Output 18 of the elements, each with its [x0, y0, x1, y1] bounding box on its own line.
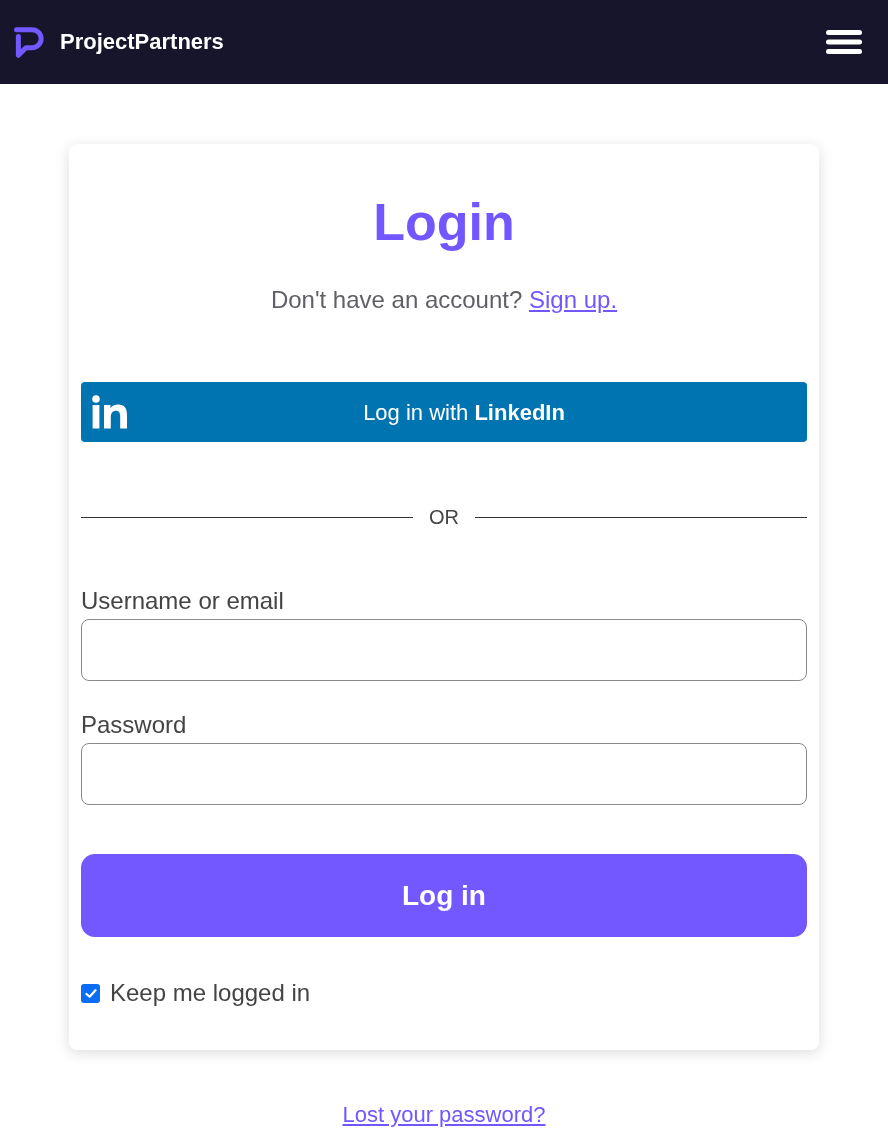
lost-password-link[interactable]: Lost your password? [342, 1101, 546, 1129]
linkedin-login-button[interactable]: Log in with LinkedIn [81, 382, 807, 442]
field-label: Password [81, 710, 188, 740]
input-field[interactable] [81, 619, 807, 681]
login-title: Login [372, 192, 516, 252]
checkbox-label[interactable]: Keep me logged in [110, 978, 311, 1008]
login-button[interactable]: Log in [81, 854, 807, 937]
logo-icon [14, 26, 44, 58]
input-field[interactable] [81, 743, 807, 805]
brand-name[interactable]: ProjectPartners [60, 31, 224, 53]
field-label: Username or email [81, 586, 285, 616]
checkbox[interactable] [81, 983, 100, 1003]
signup-prompt: Don't have an account? Sign up. [269, 285, 619, 315]
checkmark-icon [84, 988, 97, 998]
logo-icon [92, 395, 127, 429]
or-divider-text: OR [429, 505, 459, 529]
signup-link[interactable]: Sign up. [529, 286, 618, 313]
menu-icon [826, 30, 862, 54]
